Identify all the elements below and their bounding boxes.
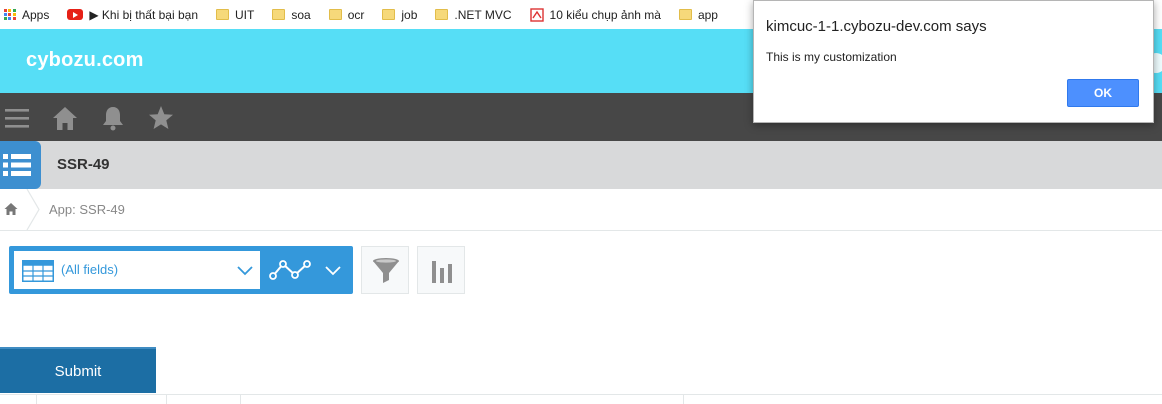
cybozu-logo[interactable]: cybozu.com [26, 49, 144, 72]
graph-button[interactable] [417, 246, 465, 294]
folder-icon [216, 9, 229, 20]
apps-grid-icon [4, 8, 16, 21]
page: Apps ▶ Khi bị thất bại bạn UIT soa ocr j… [0, 0, 1162, 404]
bookmark-photo-tips[interactable]: 10 kiểu chụp ảnh mà [529, 7, 661, 22]
graph-icon[interactable] [269, 259, 311, 281]
bookmark-label: ocr [347, 7, 365, 22]
table-icon [22, 260, 54, 282]
ok-button[interactable]: OK [1067, 79, 1139, 107]
app-title: SSR-49 [57, 156, 110, 173]
record-list-header [0, 394, 1162, 404]
bell-icon[interactable] [100, 105, 126, 131]
column-divider [240, 394, 241, 404]
folder-icon [435, 9, 449, 20]
bar-chart-icon [432, 261, 452, 283]
view-select-value: (All fields) [61, 262, 119, 277]
dialog-title: kimcuc-1-1.cybozu-dev.com says [766, 18, 987, 35]
folder-icon [382, 9, 396, 20]
menu-icon[interactable] [4, 105, 30, 131]
bookmark-youtube[interactable]: ▶ Khi bị thất bại bạn [67, 8, 198, 22]
bookmark-label: ▶ Khi bị thất bại bạn [89, 7, 198, 22]
bookmark-label: job [401, 7, 418, 22]
column-divider [683, 394, 684, 404]
bookmark-label: soa [291, 7, 311, 22]
bookmark-label: .NET MVC [454, 7, 512, 22]
filter-icon [373, 258, 399, 283]
chevron-down-icon[interactable] [325, 266, 341, 276]
view-toolbar: (All fields) [9, 246, 353, 294]
breadcrumb: App: SSR-49 [0, 189, 1162, 231]
bookmark-label: app [697, 7, 718, 22]
bookmark-label: UIT [235, 7, 255, 22]
bookmark-apps[interactable]: Apps [4, 8, 49, 22]
breadcrumb-separator [26, 189, 40, 230]
youtube-icon [67, 9, 84, 20]
home-icon[interactable] [52, 105, 78, 131]
view-select[interactable]: (All fields) [14, 251, 260, 289]
column-divider [36, 394, 37, 404]
bookmark-job[interactable]: job [382, 8, 417, 22]
filter-button[interactable] [361, 246, 409, 294]
star-icon[interactable] [148, 105, 174, 131]
bookmark-label: 10 kiểu chụp ảnh mà [549, 7, 661, 22]
bookmark-net-mvc[interactable]: .NET MVC [435, 7, 512, 22]
alert-dialog: kimcuc-1-1.cybozu-dev.com says This is m… [753, 0, 1154, 123]
bookmark-uit[interactable]: UIT [216, 8, 254, 22]
submit-button[interactable]: Submit [0, 347, 156, 393]
home-icon[interactable] [4, 202, 18, 216]
list-icon [3, 154, 31, 176]
breadcrumb-app[interactable]: App: SSR-49 [49, 202, 125, 217]
app-icon[interactable] [0, 141, 41, 189]
bookmark-ocr[interactable]: ocr [328, 7, 365, 22]
site-icon [529, 7, 544, 22]
bookmark-soa[interactable]: soa [272, 7, 311, 22]
folder-icon [678, 9, 692, 20]
bookmark-label: Apps [22, 7, 50, 22]
bookmark-app[interactable]: app [678, 7, 718, 22]
folder-icon [328, 9, 342, 20]
folder-icon [272, 9, 286, 20]
dialog-message: This is my customization [766, 50, 897, 64]
column-divider [166, 394, 167, 404]
chevron-down-icon [237, 266, 253, 276]
app-title-bar: SSR-49 [0, 141, 1162, 189]
